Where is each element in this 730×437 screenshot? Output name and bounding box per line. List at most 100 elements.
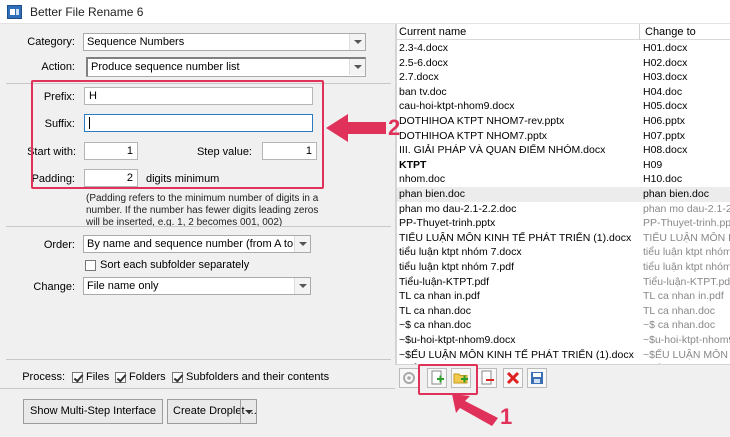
list-item[interactable]: ~$ẾU LUẬN MÔN KINH TẾ PHÁT TRIỂN (1).doc… <box>397 348 730 363</box>
change-to-cell: TL ca nhan in.pdf <box>643 290 724 303</box>
create-droplet-button[interactable]: Create Droplet ... <box>167 399 257 424</box>
list-item[interactable]: TL ca nhan in.pdf TL ca nhan in.pdf <box>397 289 730 304</box>
current-name-cell: KTPT <box>399 158 427 171</box>
subfolders-checkbox[interactable] <box>172 372 183 383</box>
change-to-cell: ~$ẾU LUẬN MÔN KINH <box>643 348 730 361</box>
list-item[interactable]: nhom.doc H10.doc <box>397 172 730 187</box>
list-header: Current name Change to <box>397 24 730 40</box>
current-name-cell: phan mo dau-2.1-2.2.doc <box>399 202 517 215</box>
list-item[interactable]: ~$ ca nhan.doc ~$ ca nhan.doc <box>397 318 730 333</box>
list-item[interactable]: tiểu luận ktpt nhóm 7.docx tiểu luận ktpt… <box>397 245 730 260</box>
list-item[interactable]: tiểu luận ktpt nhóm 7.pdf tiểu luận ktpt … <box>397 260 730 275</box>
change-label: Change: <box>33 281 75 293</box>
current-name-cell: 2.3-4.docx <box>399 42 449 54</box>
list-item[interactable]: 2.5-6.docx H02.docx <box>397 56 730 71</box>
list-item[interactable]: PP-Thuyet-trinh.pptx PP-Thuyet-trinh.pptx <box>397 216 730 231</box>
remove-file-button[interactable] <box>477 368 497 388</box>
sort-subfolder-label: Sort each subfolder separately <box>100 259 250 271</box>
change-to-cell: phan bien.doc <box>643 188 709 200</box>
annotation-arrow-left <box>326 114 386 142</box>
current-name-cell: ~$ ca nhan.doc <box>399 319 472 332</box>
change-to-cell: TIỂU LUẬN MÔN KINH <box>643 231 730 244</box>
change-to-cell: ~$ ca nhan.doc <box>643 319 716 332</box>
list-item[interactable]: ~$u-hoi-ktpt-nhom9.docx ~$u-hoi-ktpt-nhom… <box>397 333 730 348</box>
list-item[interactable]: III. GIẢI PHÁP VÀ QUAN ĐIỂM NHÓM.docx H08… <box>397 143 730 158</box>
list-item[interactable]: cau-hoi-ktpt-nhom9.docx H05.docx <box>397 99 730 114</box>
change-to-cell: H03.docx <box>643 71 688 84</box>
chevron-down-icon <box>349 34 365 50</box>
change-to-cell: phan mo dau-2.1-2.2.d <box>643 202 730 215</box>
list-item[interactable]: ban tv.doc H04.doc <box>397 85 730 100</box>
subfolders-label: Subfolders and their contents <box>186 371 330 383</box>
list-item[interactable]: DOTHIHOA KTPT NHOM7.pptx H07.pptx <box>397 129 730 144</box>
current-name-cell: 2.5-6.docx <box>399 56 449 69</box>
current-name-cell: III. GIẢI PHÁP VÀ QUAN ĐIỂM NHÓM.docx <box>399 144 606 157</box>
save-list-button[interactable] <box>527 368 547 388</box>
category-value: Sequence Numbers <box>87 36 185 48</box>
current-name-cell: TIỂU LUẬN MÔN KINH TẾ PHÁT TRIỂN (1).doc… <box>399 231 632 244</box>
chevron-down-icon[interactable] <box>240 400 256 423</box>
process-label: Process: <box>22 371 65 383</box>
current-name-cell: TL ca nhan in.pdf <box>399 290 480 303</box>
change-to-cell: PP-Thuyet-trinh.pptx <box>643 217 730 230</box>
sort-subfolder-checkbox[interactable] <box>85 260 96 271</box>
list-item[interactable]: Tiểu-luận-KTPT.pdf Tiểu-luận-KTPT.pdf <box>397 275 730 290</box>
change-to-cell: H06.pptx <box>643 115 686 127</box>
annotation-number-2: 2 <box>388 115 401 140</box>
change-to-cell: H05.docx <box>643 100 688 113</box>
current-name-cell: DOTHIHOA KTPT NHOM7-rev.pptx <box>399 115 565 127</box>
list-item[interactable]: TIỂU LUẬN MÔN KINH TẾ PHÁT TRIỂN (1).doc… <box>397 231 730 246</box>
folders-label: Folders <box>129 371 166 383</box>
window-title: Better File Rename 6 <box>30 5 144 19</box>
list-item[interactable]: KTPT H09 <box>397 158 730 173</box>
list-item[interactable]: 2.3-4.docx H01.docx <box>397 41 730 56</box>
change-value: File name only <box>87 280 159 292</box>
change-to-cell: H07.pptx <box>643 129 686 142</box>
chevron-down-icon <box>349 59 365 75</box>
close-icon <box>506 371 520 385</box>
change-to-cell: H10.doc <box>643 173 683 186</box>
remove-file-icon <box>481 370 494 385</box>
show-multi-step-button[interactable]: Show Multi-Step Interface <box>23 399 163 424</box>
current-name-cell: 2.7.docx <box>399 71 439 84</box>
chevron-down-icon <box>294 278 310 294</box>
category-dropdown[interactable]: Sequence Numbers <box>83 33 366 51</box>
files-label: Files <box>86 371 110 383</box>
current-name-cell: tiểu luận ktpt nhóm 7.docx <box>399 246 522 259</box>
change-to-cell: H02.docx <box>643 56 688 69</box>
separator <box>6 359 391 360</box>
files-checkbox[interactable] <box>72 372 83 383</box>
column-separator[interactable] <box>639 24 640 40</box>
list-item[interactable]: TL ca nhan.doc TL ca nhan.doc <box>397 304 730 319</box>
current-name-cell: cau-hoi-ktpt-nhom9.docx <box>399 100 515 113</box>
change-to-cell: H04.doc <box>643 85 683 98</box>
change-to-cell: tiểu luận ktpt nhóm 7.p <box>643 261 730 273</box>
current-name-cell: nhom.doc <box>399 173 446 186</box>
current-name-cell: phan bien.doc <box>399 188 465 200</box>
action-value: Produce sequence number list <box>91 61 240 73</box>
separator <box>6 226 391 227</box>
list-item[interactable]: phan mo dau-2.1-2.2.doc phan mo dau-2.1-2… <box>397 202 730 217</box>
order-label: Order: <box>43 239 75 251</box>
list-item[interactable]: DOTHIHOA KTPT NHOM7-rev.pptx H06.pptx <box>397 114 730 129</box>
change-to-cell: TL ca nhan.doc <box>643 304 715 317</box>
action-dropdown[interactable]: Produce sequence number list <box>86 57 366 77</box>
settings-gear-button[interactable] <box>399 368 419 388</box>
current-name-cell: ~$ẾU LUẬN MÔN KINH TẾ PHÁT TRIỂN (1).doc… <box>399 348 634 361</box>
list-item[interactable]: 2.7.docx H03.docx <box>397 70 730 85</box>
folders-checkbox[interactable] <box>115 372 126 383</box>
order-dropdown[interactable]: By name and sequence number (from A to Z… <box>83 235 311 253</box>
current-name-cell: tiểu luận ktpt nhóm 7.pdf <box>399 261 514 273</box>
change-dropdown[interactable]: File name only <box>83 277 311 295</box>
column-change-to[interactable]: Change to <box>645 24 696 40</box>
list-item[interactable]: phan bien.doc phan bien.doc <box>397 187 730 202</box>
current-name-cell: TL ca nhan.doc <box>399 304 471 317</box>
change-to-cell: H01.docx <box>643 42 688 54</box>
chevron-down-icon <box>294 236 310 252</box>
change-to-cell: ~$u-hoi-ktpt-nhom9.docx <box>643 334 730 346</box>
gear-icon <box>403 372 415 384</box>
clear-list-button[interactable] <box>503 368 523 388</box>
change-to-cell: H09 <box>643 158 663 171</box>
column-current-name[interactable]: Current name <box>399 24 466 40</box>
current-name-cell: ban tv.doc <box>399 85 447 98</box>
